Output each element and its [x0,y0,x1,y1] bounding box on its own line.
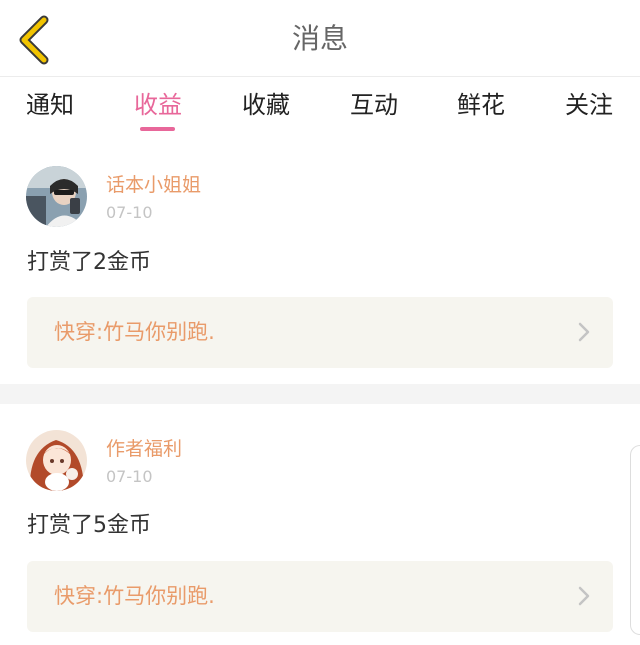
tab-bar: 通知 收益 收藏 互动 鲜花 关注 [0,78,640,136]
user-avatar-photo [26,166,87,227]
section-divider [0,384,640,404]
reward-text: 打赏了2金币 [27,250,151,275]
book-title: 快穿:竹马你别跑. [54,584,215,608]
edge-handle[interactable] [630,445,640,635]
page-title: 消息 [291,22,348,55]
message-date: 07-10 [106,203,153,222]
username[interactable]: 话本小姐姐 [106,173,201,197]
active-tab-indicator [140,127,175,131]
book-link[interactable]: 快穿:竹马你别跑. [27,561,613,632]
message-date: 07-10 [106,467,153,486]
tab-favorites[interactable]: 收藏 [242,88,290,136]
book-link[interactable]: 快穿:竹马你别跑. [27,297,613,368]
book-title: 快穿:竹马你别跑. [54,320,215,344]
chevron-right-icon [578,586,590,606]
app-root: 消息 通知 收益 收藏 互动 鲜花 关注 话本小姐姐 07-10 打赏了2金币 [0,0,640,645]
chevron-right-icon [578,322,590,342]
tab-flowers[interactable]: 鲜花 [457,88,505,136]
tab-interactions[interactable]: 互动 [350,88,398,136]
reward-text: 打赏了5金币 [27,513,151,538]
tab-notifications[interactable]: 通知 [26,88,74,136]
username[interactable]: 作者福利 [106,437,182,461]
tab-follows[interactable]: 关注 [565,88,613,136]
anime-girl-avatar [26,430,87,491]
avatar[interactable] [26,166,87,227]
avatar[interactable] [26,430,87,491]
top-bar: 消息 [0,0,640,77]
